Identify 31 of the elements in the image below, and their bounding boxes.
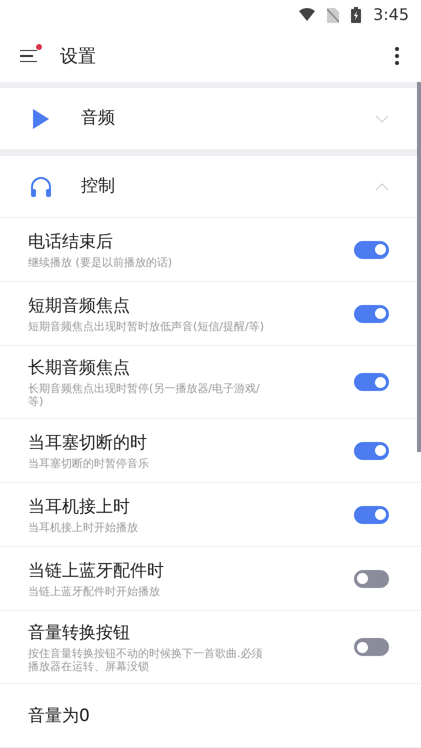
setting-description: 当链上蓝牙配件时开始播放: [28, 585, 161, 598]
setting-title: 当耳机接上时: [28, 496, 131, 519]
setting-title: 当链上蓝牙配件时: [28, 560, 165, 583]
setting-title: 音量转换按钮: [28, 622, 131, 645]
play-icon: [32, 108, 50, 130]
toggle-switch[interactable]: [354, 442, 389, 460]
section-title: 控制: [81, 174, 115, 198]
setting-description: 继续播放 (要是以前播放的话): [28, 256, 174, 269]
page-title: 设置: [60, 44, 96, 68]
setting-description: 长期音频焦点出现时暂停(另一播放器/电子游戏/等): [28, 382, 261, 408]
no-sim-icon: [327, 8, 340, 22]
setting-description: 当耳塞切断的时暂停音乐: [28, 457, 150, 470]
section-title: 音频: [81, 106, 115, 130]
setting-title: 音量为0: [28, 704, 91, 728]
toggle-switch[interactable]: [354, 638, 389, 656]
toggle-switch[interactable]: [354, 570, 389, 588]
setting-title: 当耳塞切断的时: [28, 432, 148, 455]
toggle-switch[interactable]: [354, 240, 389, 258]
status-time: 3:45: [373, 4, 409, 26]
setting-description: 短期音频焦点出现时暂时放低声音(短信/提醒/等): [28, 320, 265, 333]
toggle-switch[interactable]: [354, 304, 389, 322]
setting-title: 短期音频焦点: [28, 295, 131, 318]
toggle-switch[interactable]: [354, 506, 389, 524]
setting-description: 当耳机接上时开始播放: [28, 521, 139, 534]
toggle-switch[interactable]: [354, 373, 389, 391]
headphones-icon: [29, 176, 53, 198]
setting-description: 按住音量转换按钮不动的时候换下一首歌曲.必须播放器在运转、屏幕没锁: [28, 647, 264, 673]
setting-title: 电话结束后: [28, 231, 114, 254]
battery-icon: [351, 7, 362, 23]
setting-title: 长期音频焦点: [28, 357, 131, 380]
wifi-icon: [299, 8, 316, 22]
